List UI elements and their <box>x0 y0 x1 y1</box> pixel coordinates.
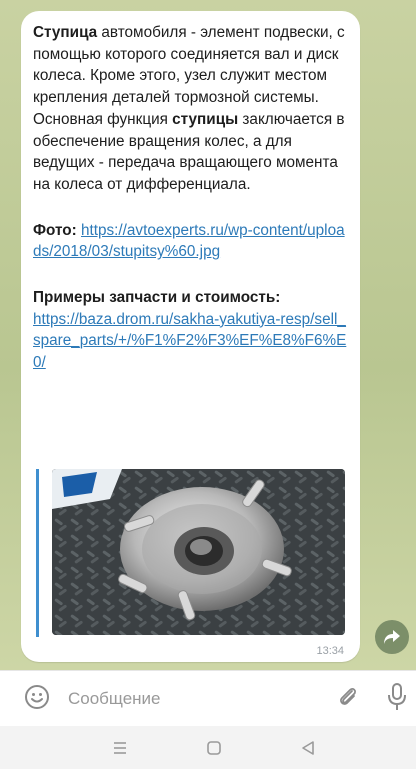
microphone-icon[interactable] <box>386 682 408 712</box>
parts-link[interactable]: https://baza.drom.ru/sakha-yakutiya-resp… <box>33 311 346 371</box>
link-preview[interactable] <box>36 469 345 637</box>
attach-icon[interactable] <box>337 685 359 709</box>
home-icon[interactable] <box>202 736 226 760</box>
back-icon[interactable] <box>296 736 320 760</box>
photo-label: Фото: <box>33 221 77 239</box>
preview-image[interactable] <box>52 469 345 635</box>
system-navigation-bar <box>0 726 416 769</box>
photo-link[interactable]: https://avtoexperts.ru/wp-content/upload… <box>33 222 345 261</box>
message-input-bar <box>0 670 416 727</box>
share-button[interactable] <box>375 620 409 654</box>
emoji-icon[interactable] <box>24 684 50 710</box>
message-input[interactable] <box>66 684 320 714</box>
message-text: Ступица автомобиля - элемент подвески, с… <box>33 22 351 374</box>
message-time: 13:34 <box>316 645 344 657</box>
description-paragraph: Ступица автомобиля - элемент подвески, с… <box>33 22 351 196</box>
term-hub-2: ступицы <box>172 110 239 128</box>
parts-line: Примеры запчасти и стоимость: https://baz… <box>33 287 351 374</box>
chat-area: Ступица автомобиля - элемент подвески, с… <box>0 0 416 670</box>
recent-apps-icon[interactable] <box>108 736 132 760</box>
term-hub: Ступица <box>33 24 98 41</box>
message-bubble[interactable]: Ступица автомобиля - элемент подвески, с… <box>21 11 360 662</box>
parts-label: Примеры запчасти и стоимость: <box>33 289 281 307</box>
share-icon <box>384 630 400 644</box>
photo-line: Фото: https://avtoexperts.ru/wp-content/… <box>33 220 351 263</box>
